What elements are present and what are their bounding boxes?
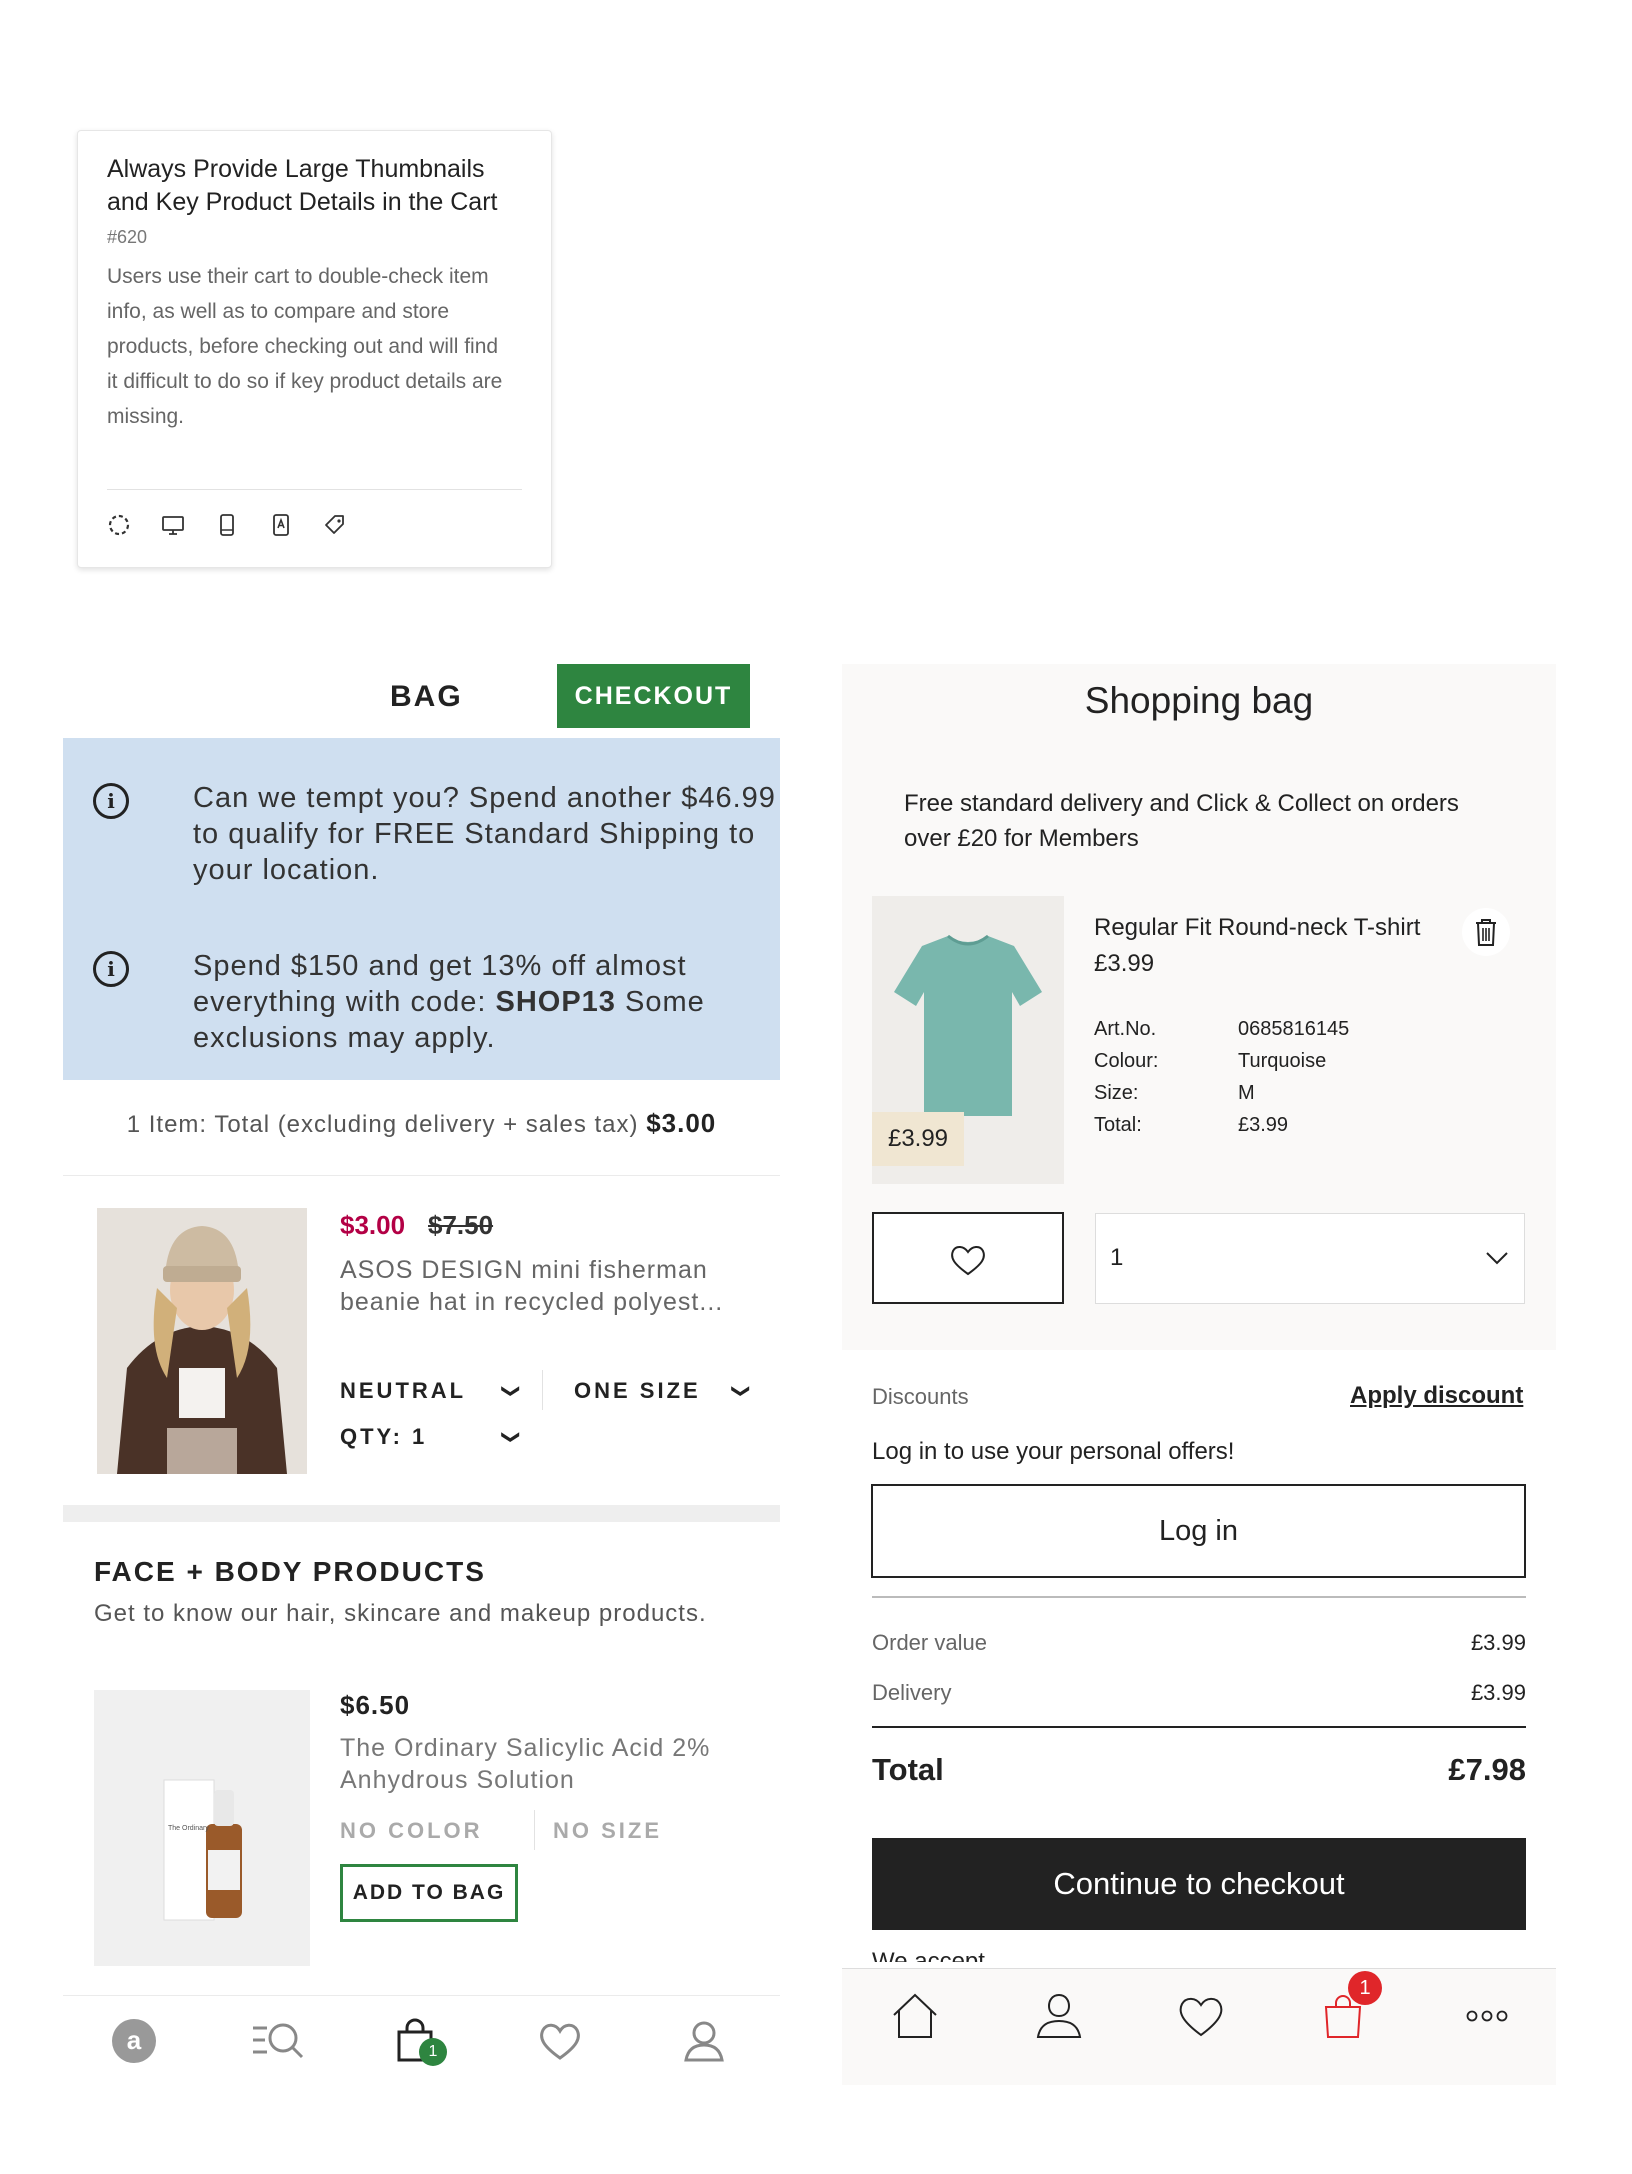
- guideline-title: Always Provide Large Thumbnails and Key …: [107, 155, 498, 216]
- spec-value: 0685816145: [1238, 1018, 1350, 1040]
- spec-label: Colour:: [1094, 1050, 1159, 1072]
- original-price: $7.50: [428, 1210, 494, 1240]
- order-value: £3.99: [1470, 1630, 1526, 1655]
- product-price: £3.99: [1094, 950, 1155, 977]
- discounts-label: Discounts: [872, 1384, 969, 1409]
- promo-code: SHOP13: [495, 986, 616, 1018]
- size-value: ONE SIZE: [574, 1378, 701, 1403]
- app-icon: [269, 513, 293, 537]
- heart-icon[interactable]: [535, 2016, 585, 2066]
- size-value: NO SIZE: [553, 1818, 663, 1843]
- delete-button[interactable]: [1462, 908, 1510, 956]
- bag-total-line: 1 Item: Total (excluding delivery + sale…: [126, 1108, 717, 1138]
- more-icon[interactable]: [1460, 1989, 1514, 2043]
- bag-badge: 1: [419, 2038, 447, 2066]
- order-value-label: Order value: [872, 1630, 987, 1655]
- spec-label: Total:: [1094, 1114, 1142, 1136]
- chevron-down-icon: ❯: [501, 1429, 522, 1445]
- heart-icon[interactable]: [1174, 1989, 1228, 2043]
- divider: [107, 489, 522, 490]
- qty-select[interactable]: QTY: 1 ❯: [340, 1424, 521, 1450]
- continue-to-checkout-button[interactable]: Continue to checkout: [872, 1838, 1526, 1930]
- page-title: Shopping bag: [1084, 680, 1314, 721]
- recommended-name[interactable]: The Ordinary Salicylic Acid 2% Anhydrous…: [340, 1732, 750, 1796]
- colour-value: NEUTRAL: [340, 1378, 467, 1403]
- mobile-icon: [215, 513, 239, 537]
- favourite-button[interactable]: [872, 1212, 1064, 1304]
- apply-discount-link[interactable]: Apply discount: [1350, 1382, 1523, 1410]
- divider: [872, 1726, 1526, 1728]
- account-icon[interactable]: [1032, 1989, 1086, 2043]
- spec-label: Size:: [1094, 1082, 1139, 1104]
- bottle-label: The Ordinary: [168, 1825, 209, 1832]
- divider: [542, 1370, 543, 1410]
- spec-value: Turquoise: [1238, 1050, 1327, 1072]
- product-name[interactable]: ASOS DESIGN mini fisherman beanie hat in…: [340, 1254, 750, 1318]
- search-menu-icon[interactable]: [249, 2016, 304, 2066]
- quantity-select[interactable]: 1: [1095, 1213, 1525, 1304]
- spec-label: Art.No.: [1094, 1018, 1157, 1040]
- product-specs: Art.No. 0685816145 Colour: Turquoise Size:…: [1094, 1018, 1349, 1137]
- shipping-promo: i Can we tempt you? Spend another $46.99…: [93, 780, 775, 886]
- desktop-icon: [161, 513, 185, 537]
- platform-icons: [107, 513, 347, 537]
- tag-icon: [323, 513, 347, 537]
- info-icon: i: [93, 951, 129, 987]
- asos-logo-icon[interactable]: a: [109, 2016, 159, 2066]
- login-button[interactable]: Log in: [871, 1484, 1526, 1578]
- guideline-number: #620: [107, 227, 148, 247]
- divider: [63, 1175, 780, 1176]
- bag-icon[interactable]: 1: [1316, 1971, 1382, 2043]
- promo-banner: i Can we tempt you? Spend another $46.99…: [63, 738, 780, 1080]
- section-divider: [63, 1505, 780, 1522]
- recommended-price: $6.50: [340, 1690, 411, 1720]
- discount-promo-text: Spend $150 and get 13% off almost everyt…: [193, 950, 705, 1054]
- svg-text:a: a: [127, 2025, 142, 2055]
- colour-select[interactable]: NEUTRAL ❯: [340, 1378, 521, 1404]
- info-icon: i: [93, 783, 129, 819]
- bag-total-value: $3.00: [646, 1108, 717, 1138]
- heart-icon: [951, 1246, 985, 1276]
- spec-value: M: [1238, 1082, 1255, 1104]
- image-price-tag: £3.99: [872, 1112, 964, 1166]
- chevron-down-icon: ❯: [501, 1383, 522, 1399]
- quantity-value: 1: [1110, 1244, 1124, 1271]
- account-icon[interactable]: [679, 2016, 729, 2066]
- recommended-product-image[interactable]: The Ordinary: [94, 1690, 310, 1966]
- total-value: £7.98: [1448, 1752, 1526, 1787]
- bag-icon[interactable]: 1: [393, 2016, 447, 2066]
- divider: [534, 1810, 535, 1850]
- colour-value: NO COLOR: [340, 1818, 483, 1843]
- add-to-bag-button[interactable]: ADD TO BAG: [340, 1864, 518, 1922]
- guideline-card[interactable]: Always Provide Large Thumbnails and Key …: [77, 130, 552, 568]
- shipping-promo-text: Can we tempt you? Spend another $46.99 t…: [193, 782, 776, 886]
- size-select[interactable]: ONE SIZE ❯: [574, 1378, 751, 1404]
- asos-bottom-nav: a 1: [63, 1995, 780, 2086]
- qty-value: QTY: 1: [340, 1424, 428, 1449]
- spec-value: £3.99: [1238, 1114, 1289, 1136]
- chevron-down-icon: ❯: [731, 1383, 752, 1399]
- checkout-button[interactable]: CHECKOUT: [557, 664, 750, 728]
- bag-title: BAG: [390, 680, 463, 713]
- divider: [872, 1596, 1526, 1598]
- product-image[interactable]: [97, 1208, 307, 1474]
- delivery-promo: Free standard delivery and Click & Colle…: [904, 790, 1459, 852]
- guideline-description: Users use their cart to double-check ite…: [107, 265, 503, 428]
- section-title: FACE + BODY PRODUCTS: [94, 1556, 486, 1587]
- home-icon[interactable]: [888, 1989, 942, 2043]
- discount-promo: i Spend $150 and get 13% off almost ever…: [93, 948, 704, 1054]
- bag-badge: 1: [1348, 1971, 1382, 2005]
- payment-methods-heading: We accept: [872, 1948, 985, 1962]
- dashed-circle-icon: [107, 513, 131, 537]
- sale-price: $3.00: [340, 1210, 406, 1240]
- hm-bottom-nav: 1: [842, 1968, 1556, 2085]
- delivery-label: Delivery: [872, 1680, 952, 1705]
- login-message: Log in to use your personal offers!: [872, 1438, 1235, 1465]
- product-name[interactable]: Regular Fit Round-neck T-shirt: [1094, 914, 1420, 942]
- section-subtitle: Get to know our hair, skincare and makeu…: [94, 1600, 707, 1627]
- trash-icon: [1476, 919, 1496, 946]
- delivery-value: £3.99: [1470, 1680, 1526, 1705]
- total-label: Total: [872, 1752, 944, 1787]
- chevron-down-icon: [1486, 1252, 1508, 1265]
